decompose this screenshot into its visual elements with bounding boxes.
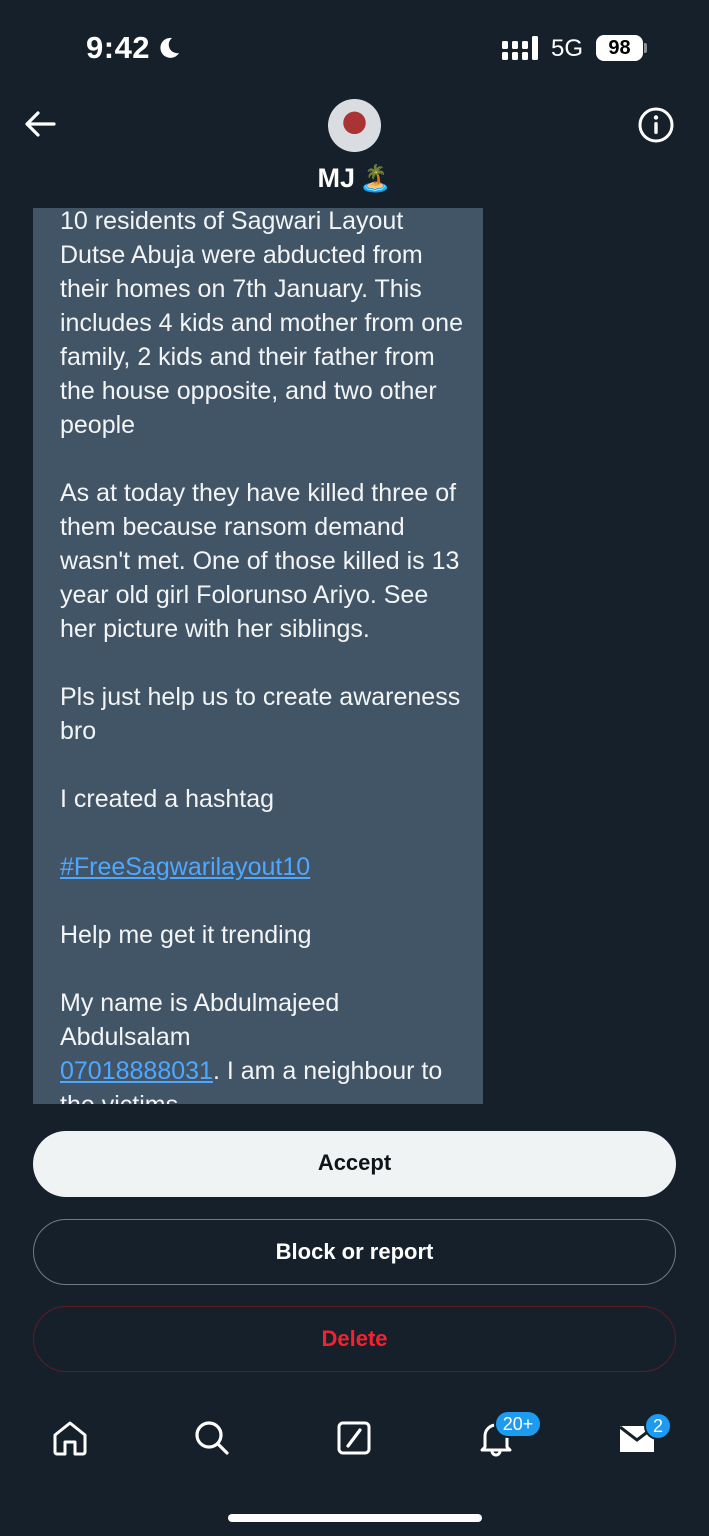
compose-icon[interactable] [334, 1418, 374, 1458]
status-bar: 9:42 5G 98 [0, 0, 709, 96]
signal-bars-icon [502, 36, 538, 60]
home-icon[interactable] [50, 1418, 90, 1458]
block-or-report-button[interactable]: Block or report [33, 1219, 676, 1285]
message-paragraph: Help me get it trending [60, 921, 312, 949]
info-icon[interactable] [637, 106, 675, 144]
conversation-name: MJ [317, 163, 356, 193]
message-paragraph: My name is Abdulmajeed Abdulsalam [60, 989, 345, 1051]
avatar[interactable] [328, 99, 381, 152]
notifications-badge: 20+ [494, 1410, 542, 1438]
island-emoji: 🏝️ [359, 163, 392, 193]
conversation-title[interactable]: MJ 🏝️ [0, 163, 709, 194]
hashtag-link[interactable]: #FreeSagwarilayout10 [60, 853, 310, 881]
message-paragraph: 10 residents of Sagwari Layout Dutse Abu… [60, 208, 470, 439]
accept-button[interactable]: Accept [33, 1131, 676, 1197]
moon-icon [160, 37, 179, 58]
back-arrow-icon[interactable] [22, 106, 58, 142]
message-paragraph: I created a hashtag [60, 785, 275, 813]
network-type: 5G [551, 35, 584, 62]
phone-link[interactable]: 07018888031 [60, 1057, 213, 1085]
message-paragraph: As at today they have killed three of th… [60, 479, 467, 643]
status-time: 9:42 [86, 30, 151, 65]
battery-tip [644, 43, 647, 53]
messages-badge: 2 [644, 1412, 672, 1440]
delete-button[interactable]: Delete [33, 1306, 676, 1372]
message-bubble: 10 residents of Sagwari Layout Dutse Abu… [33, 208, 483, 1104]
home-indicator[interactable] [228, 1514, 482, 1522]
message-paragraph: Pls just help us to create awareness bro [60, 683, 468, 745]
search-icon[interactable] [192, 1418, 232, 1458]
message-text: 10 residents of Sagwari Layout Dutse Abu… [60, 208, 470, 1104]
battery-indicator: 98 [596, 35, 643, 61]
